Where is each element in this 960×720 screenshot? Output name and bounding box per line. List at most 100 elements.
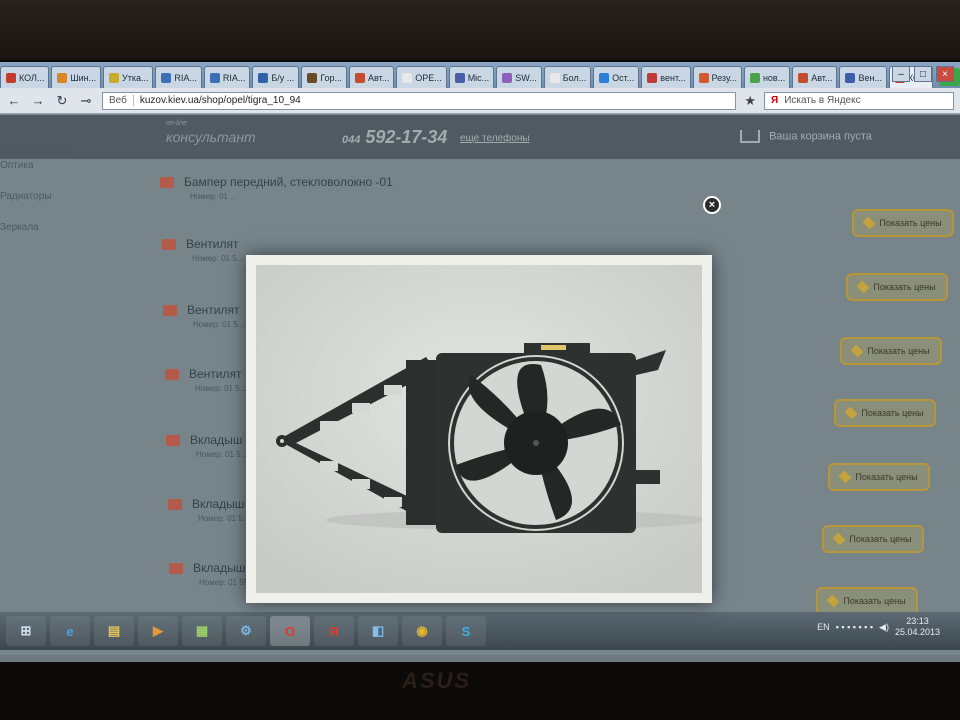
camera-icon[interactable] (162, 239, 176, 251)
maximize-button[interactable]: □ (914, 66, 932, 82)
browser-tab[interactable]: OPE... (396, 66, 447, 88)
browser-tab[interactable]: Б/у ... (252, 66, 300, 88)
show-prices-button[interactable]: Показать цены (822, 525, 924, 553)
product-photo (256, 265, 702, 593)
forward-icon[interactable]: → (30, 93, 46, 108)
product-row: Вентилят Номер: 01 5... (163, 303, 244, 329)
camera-icon[interactable] (166, 435, 180, 447)
address-bar[interactable]: Веб kuzov.kiev.ua/shop/opel/tigra_10_94 (102, 91, 737, 110)
horizontal-scrollbar[interactable] (0, 655, 960, 662)
tab-favicon-icon (402, 72, 413, 83)
screen: КОЛ... Шин... Утка... RIA... RIA... Б/у ... Го… (0, 62, 960, 662)
more-phones-link[interactable]: еще телефоны (460, 133, 530, 144)
camera-icon[interactable] (165, 369, 179, 381)
sound-app-icon[interactable]: ◧ (358, 616, 398, 646)
close-lightbox-icon[interactable]: × (703, 196, 721, 214)
left-nav-item[interactable]: Кузовные части (0, 143, 73, 154)
tab-label: Ост... (612, 72, 635, 83)
phone-main: 592-17-34 (365, 127, 448, 147)
ie-icon[interactable]: e (50, 616, 90, 646)
show-prices-label: Показать цены (867, 346, 930, 356)
key-icon[interactable]: ⊸ (78, 93, 94, 109)
show-prices-button[interactable]: Показать цены (828, 463, 930, 491)
product-name[interactable]: Бампер передний, стекловолокно -01 (184, 175, 393, 189)
show-prices-button[interactable]: Показать цены (852, 209, 954, 237)
tab-label: Утка... (122, 72, 149, 83)
tray-icons[interactable]: ▪ ▪ ▪ ▪ ▪ ▪ ▪ (836, 622, 873, 632)
product-number: Номер: 01 5... (193, 320, 245, 329)
left-nav-item[interactable]: Оптика (0, 160, 73, 171)
tab-label: Гор... (320, 72, 343, 83)
network-icon[interactable]: ⚙ (226, 616, 266, 646)
camera-icon[interactable] (169, 563, 183, 575)
price-tag-icon (826, 594, 840, 608)
online-consultant[interactable]: on-line консультант (166, 120, 256, 145)
back-icon[interactable]: ← (6, 93, 22, 108)
tab-label: OPE... (415, 72, 442, 83)
product-name[interactable]: Вентилят (186, 237, 239, 251)
yandex-browser-icon[interactable]: Я (314, 616, 354, 646)
show-prices-button[interactable]: Показать цены (840, 337, 942, 365)
search-input[interactable]: Я Искать в Яндекс (764, 91, 954, 110)
browser-tab[interactable]: Ост... (593, 66, 640, 88)
reload-icon[interactable]: ↻ (54, 93, 70, 109)
tab-favicon-icon (57, 72, 68, 83)
browser-tab[interactable]: Шин... (51, 66, 101, 88)
tab-label: Бол... (562, 72, 587, 83)
browser-tab[interactable]: Вен... (839, 66, 887, 88)
browser-tab[interactable]: нов... (743, 66, 791, 88)
product-name[interactable]: Вентилят (189, 367, 242, 381)
tab-label: RIA... (174, 72, 197, 83)
product-name[interactable]: Вкладыш (190, 433, 242, 447)
opera-icon[interactable]: O (270, 616, 310, 646)
media-player-icon[interactable]: ▶ (138, 616, 178, 646)
browser-tab[interactable]: RIA... (203, 66, 251, 88)
left-nav-item[interactable]: Радиаторы (0, 191, 73, 202)
tab-favicon-icon (6, 72, 16, 83)
site-header: on-line консультант 044 592-17-34 еще те… (0, 115, 960, 159)
cart-status[interactable]: Ваша корзина пуста (740, 130, 872, 143)
price-tag-icon (856, 280, 870, 294)
tab-favicon-icon (599, 72, 610, 83)
close-window-button[interactable]: × (936, 66, 954, 82)
browser-tab[interactable]: SW... (496, 66, 542, 88)
show-prices-button[interactable]: Показать цены (846, 273, 948, 301)
volume-icon[interactable]: ◀) (879, 622, 889, 633)
bookmark-star-icon[interactable]: ★ (744, 93, 756, 109)
clock[interactable]: 23:13 25.04.2013 (895, 616, 940, 638)
show-prices-button[interactable]: Показать цены (834, 399, 936, 427)
browser-tab[interactable]: Mic... (448, 66, 495, 88)
search-placeholder: Искать в Яндекс (784, 95, 861, 106)
consultant-small: on-line (166, 120, 188, 127)
browser-tab[interactable]: Авт... (792, 66, 838, 88)
show-prices-button[interactable]: Показать цены (816, 587, 918, 615)
explorer-icon[interactable]: ▤ (94, 616, 134, 646)
browser-tab[interactable]: Авт... (349, 66, 395, 88)
price-tag-icon (838, 470, 852, 484)
product-name[interactable]: Вкладыш (192, 497, 244, 511)
tab-favicon-icon (798, 72, 809, 83)
camera-icon[interactable] (168, 499, 182, 511)
browser-tab[interactable]: Утка... (103, 66, 154, 88)
browser-tab[interactable]: вент... (641, 66, 691, 88)
browser-tab[interactable]: Гор... (301, 66, 348, 88)
camera-icon[interactable] (163, 305, 177, 317)
store-icon[interactable]: ▦ (182, 616, 222, 646)
minimize-button[interactable]: – (892, 66, 910, 82)
left-nav-item[interactable]: Зеркала (0, 222, 73, 233)
camera-icon[interactable] (160, 177, 174, 189)
start-button[interactable]: ⊞ (6, 616, 46, 646)
browser-tab[interactable]: RIA... (155, 66, 202, 88)
show-prices-label: Показать цены (873, 282, 936, 292)
product-name[interactable]: Вентилят (187, 303, 240, 317)
product-row: Бампер передний, стекловолокно -01 Номер:… (160, 175, 393, 201)
language-indicator[interactable]: EN (817, 622, 830, 632)
product-number: Номер: 01 5... (198, 514, 250, 523)
browser-tab[interactable]: Бол... (543, 66, 592, 88)
browser-tab[interactable]: КОЛ... (0, 66, 50, 88)
tab-label: Вен... (858, 72, 882, 83)
tab-favicon-icon (454, 72, 465, 83)
skype-icon[interactable]: S (446, 616, 486, 646)
chrome-icon[interactable]: ◉ (402, 616, 442, 646)
browser-tab[interactable]: Резу... (692, 66, 742, 88)
